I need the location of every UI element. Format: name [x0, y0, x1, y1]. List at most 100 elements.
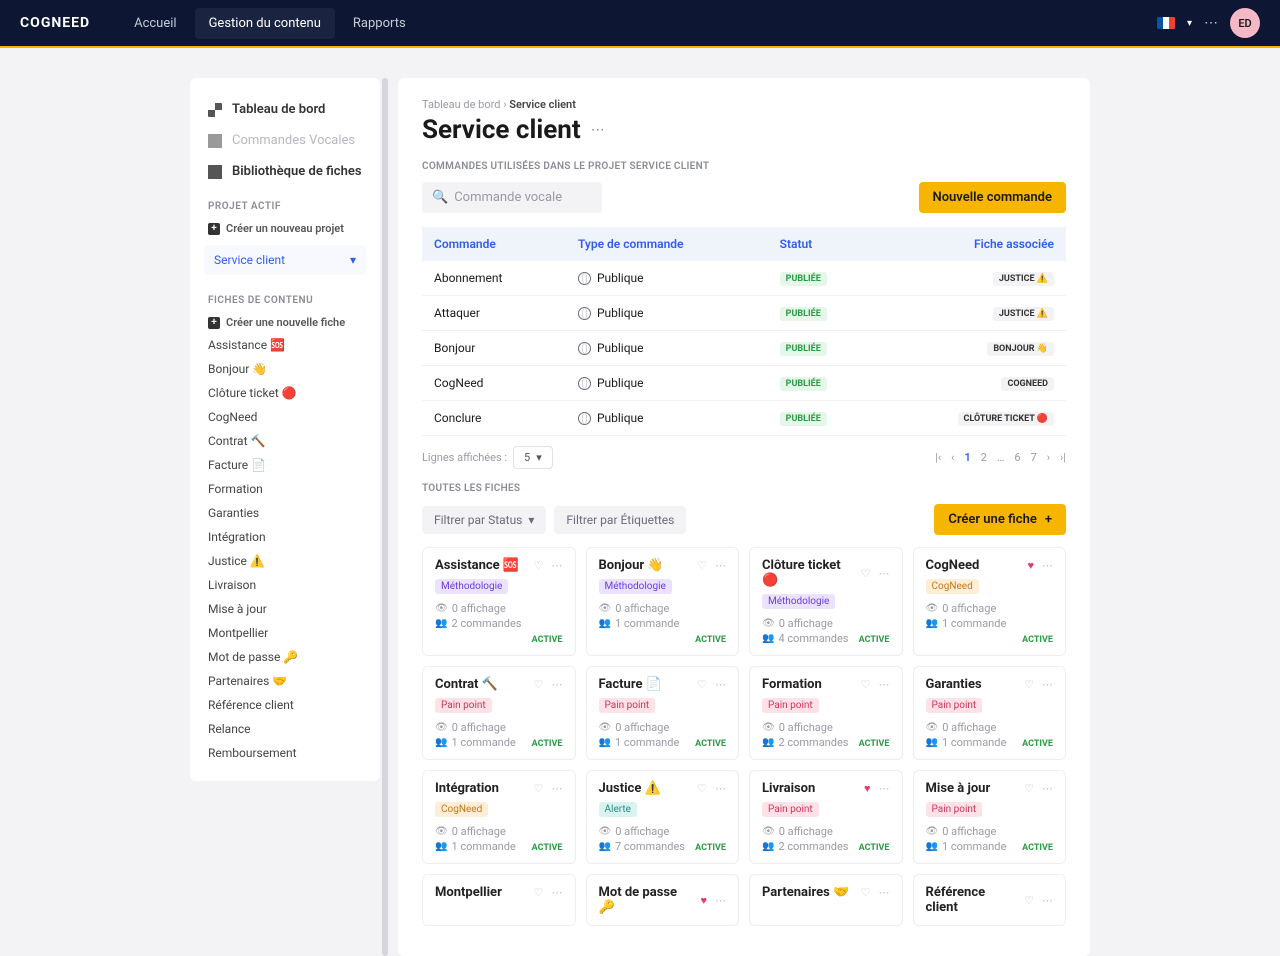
heart-icon[interactable]: ♡: [1024, 782, 1034, 795]
fiche-card[interactable]: Intégration♡⋯CogNeed👁 0 affichage👥 1 com…: [422, 770, 576, 864]
sidebar-fiche-item[interactable]: Référence client: [190, 693, 380, 717]
heart-icon[interactable]: ♡: [697, 678, 707, 691]
more-icon[interactable]: ⋯: [1042, 782, 1053, 795]
sidebar-bibliotheque[interactable]: Bibliothèque de fiches: [190, 156, 380, 187]
col-statut[interactable]: Statut: [768, 227, 879, 261]
pager-next-icon[interactable]: ›: [1047, 451, 1050, 464]
nav-gestion[interactable]: Gestion du contenu: [195, 8, 335, 39]
table-row[interactable]: AbonnementPubliquePUBLIÉEJUSTICE ⚠️: [422, 261, 1066, 296]
more-icon[interactable]: ⋯: [552, 678, 563, 691]
fiche-card[interactable]: Justice ⚠️♡⋯Alerte👁 0 affichage👥 7 comma…: [586, 770, 740, 864]
filter-status[interactable]: Filtrer par Status▾: [422, 506, 546, 534]
heart-icon[interactable]: ♡: [697, 782, 707, 795]
sidebar-fiche-item[interactable]: Clôture ticket 🔴: [190, 381, 380, 405]
sidebar-fiche-item[interactable]: CogNeed: [190, 405, 380, 429]
fiche-card[interactable]: Bonjour 👋♡⋯Méthodologie👁 0 affichage👥 1 …: [586, 547, 740, 656]
sidebar-fiche-item[interactable]: Bonjour 👋: [190, 357, 380, 381]
create-fiche-button[interactable]: Créer une fiche+: [934, 504, 1066, 535]
more-icon[interactable]: ⋯: [879, 782, 890, 795]
sidebar-fiche-item[interactable]: Assistance 🆘: [190, 333, 380, 357]
fiche-card[interactable]: Formation♡⋯Pain point👁 0 affichage👥 2 co…: [749, 666, 903, 760]
fiche-card[interactable]: Référence client♡⋯: [913, 874, 1067, 926]
sidebar-fiche-item[interactable]: Mise à jour: [190, 597, 380, 621]
new-fiche-button[interactable]: +Créer une nouvelle fiche: [190, 312, 380, 333]
fiche-card[interactable]: Clôture ticket 🔴♡⋯Méthodologie👁 0 affich…: [749, 547, 903, 656]
heart-icon[interactable]: ♡: [534, 886, 544, 899]
nav-accueil[interactable]: Accueil: [120, 8, 190, 39]
pager-page[interactable]: 1: [964, 451, 970, 464]
heart-icon[interactable]: ♡: [861, 886, 871, 899]
pager-page[interactable]: 6: [1014, 451, 1020, 464]
new-command-button[interactable]: Nouvelle commande: [919, 182, 1067, 213]
more-icon[interactable]: ⋯: [552, 782, 563, 795]
scrollbar[interactable]: [382, 78, 388, 956]
more-icon[interactable]: ⋯: [715, 894, 726, 907]
col-fiche[interactable]: Fiche associée: [878, 227, 1066, 261]
col-commande[interactable]: Commande: [422, 227, 566, 261]
fiche-card[interactable]: Mot de passe 🔑♥⋯: [586, 874, 740, 926]
nav-rapports[interactable]: Rapports: [339, 8, 420, 39]
sidebar-fiche-item[interactable]: Relance: [190, 717, 380, 741]
more-icon[interactable]: ⋯: [715, 559, 726, 572]
pager-page[interactable]: 7: [1031, 451, 1037, 464]
sidebar-commandes-vocales[interactable]: Commandes Vocales: [190, 125, 380, 156]
sidebar-fiche-item[interactable]: Livraison: [190, 573, 380, 597]
more-icon[interactable]: ⋯: [1042, 678, 1053, 691]
more-icon[interactable]: ⋯: [879, 886, 890, 899]
sidebar-fiche-item[interactable]: Formation: [190, 477, 380, 501]
more-icon[interactable]: ⋯: [1042, 559, 1053, 572]
table-row[interactable]: AttaquerPubliquePUBLIÉEJUSTICE ⚠️: [422, 296, 1066, 331]
heart-icon[interactable]: ♡: [1024, 678, 1034, 691]
search-input[interactable]: 🔍 Commande vocale: [422, 182, 602, 213]
avatar[interactable]: ED: [1230, 8, 1260, 38]
sidebar-fiche-item[interactable]: Partenaires 🤝: [190, 669, 380, 693]
flag-fr-icon[interactable]: [1157, 17, 1175, 29]
fiche-card[interactable]: Mise à jour♡⋯Pain point👁 0 affichage👥 1 …: [913, 770, 1067, 864]
sidebar-fiche-item[interactable]: Garanties: [190, 501, 380, 525]
table-row[interactable]: BonjourPubliquePUBLIÉEBONJOUR 👋: [422, 331, 1066, 366]
fiche-card[interactable]: CogNeed♥⋯CogNeed👁 0 affichage👥 1 command…: [913, 547, 1067, 656]
col-type[interactable]: Type de commande: [566, 227, 768, 261]
new-project-button[interactable]: +Créer un nouveau projet: [190, 218, 380, 239]
table-row[interactable]: CogNeedPubliquePUBLIÉECOGNEED: [422, 366, 1066, 401]
heart-icon[interactable]: ♡: [861, 678, 871, 691]
fiche-card[interactable]: Facture 📄♡⋯Pain point👁 0 affichage👥 1 co…: [586, 666, 740, 760]
fiche-card[interactable]: Partenaires 🤝♡⋯: [749, 874, 903, 926]
sidebar-fiche-item[interactable]: Montpellier: [190, 621, 380, 645]
heart-icon[interactable]: ♡: [534, 782, 544, 795]
table-row[interactable]: ConclurePubliquePUBLIÉECLÔTURE TICKET 🔴: [422, 401, 1066, 436]
more-icon[interactable]: ⋯: [1042, 894, 1053, 907]
heart-icon[interactable]: ♥: [700, 894, 707, 907]
more-icon[interactable]: ⋯: [552, 559, 563, 572]
project-select[interactable]: Service client▾: [204, 245, 366, 275]
fiche-card[interactable]: Assistance 🆘♡⋯Méthodologie👁 0 affichage👥…: [422, 547, 576, 656]
fiche-card[interactable]: Livraison♥⋯Pain point👁 0 affichage👥 2 co…: [749, 770, 903, 864]
fiche-card[interactable]: Montpellier♡⋯: [422, 874, 576, 926]
sidebar-fiche-item[interactable]: Intégration: [190, 525, 380, 549]
sidebar-fiche-item[interactable]: Remboursement: [190, 741, 380, 765]
pager-last-icon[interactable]: ›|: [1060, 451, 1066, 464]
more-icon[interactable]: ⋯: [879, 678, 890, 691]
more-icon[interactable]: ⋯: [591, 122, 606, 138]
heart-icon[interactable]: ♥: [864, 782, 871, 795]
sidebar-fiche-item[interactable]: Justice ⚠️: [190, 549, 380, 573]
sidebar-dashboard[interactable]: Tableau de bord: [190, 94, 380, 125]
sidebar-fiche-item[interactable]: Facture 📄: [190, 453, 380, 477]
more-icon[interactable]: ⋯: [879, 567, 890, 580]
more-icon[interactable]: ⋯: [552, 886, 563, 899]
heart-icon[interactable]: ♡: [697, 559, 707, 572]
sidebar-fiche-item[interactable]: Contrat 🔨: [190, 429, 380, 453]
heart-icon[interactable]: ♥: [1027, 559, 1034, 572]
lines-select[interactable]: 5▾: [513, 446, 553, 469]
pager-prev-icon[interactable]: ‹: [951, 451, 954, 464]
heart-icon[interactable]: ♡: [534, 678, 544, 691]
heart-icon[interactable]: ♡: [1024, 894, 1034, 907]
more-icon[interactable]: ⋯: [715, 782, 726, 795]
heart-icon[interactable]: ♡: [534, 559, 544, 572]
filter-tags[interactable]: Filtrer par Étiquettes: [554, 506, 686, 534]
pager-page[interactable]: 2: [981, 451, 987, 464]
chevron-down-icon[interactable]: ▾: [1187, 18, 1192, 29]
heart-icon[interactable]: ♡: [861, 567, 871, 580]
breadcrumb-root[interactable]: Tableau de bord: [422, 98, 500, 111]
more-icon[interactable]: ⋯: [1204, 15, 1218, 31]
